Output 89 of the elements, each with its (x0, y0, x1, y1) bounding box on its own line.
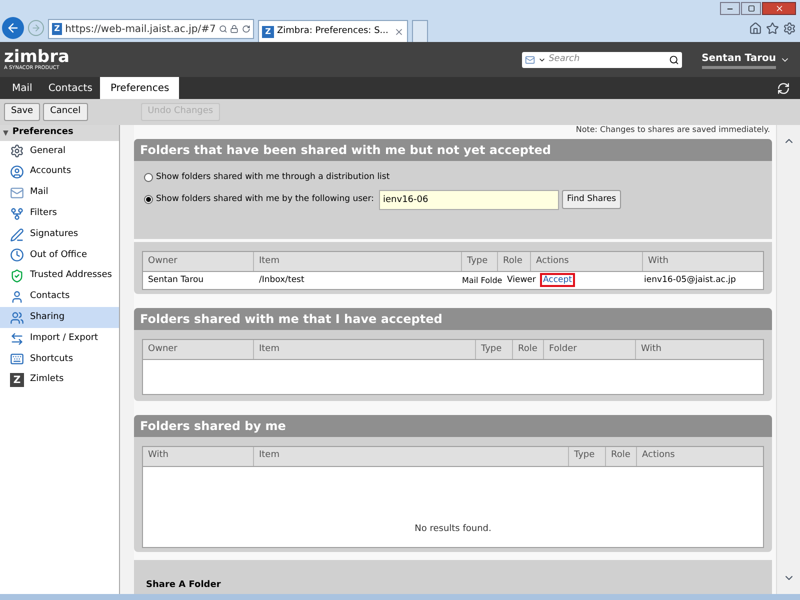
favorites-icon[interactable] (766, 22, 779, 35)
lock-icon (230, 24, 239, 34)
app-tab[interactable]: Preferences (100, 77, 180, 99)
column-header[interactable]: Actions (637, 446, 763, 466)
search-box[interactable]: Search (522, 52, 682, 68)
site-icon: Z (262, 26, 274, 38)
people-icon (10, 310, 24, 325)
column-header[interactable]: Type (462, 252, 498, 271)
column-header[interactable]: Type (569, 446, 606, 466)
sidebar-title: Preferences (12, 126, 74, 140)
table-cell-text: Mail Folde (462, 274, 504, 286)
column-header[interactable]: Type (476, 340, 513, 359)
sidebar-item[interactable]: Trusted Addresses (0, 266, 119, 287)
fork-icon (10, 206, 24, 221)
empty-message: No results found. (414, 523, 492, 536)
section-header: Folders shared with me that I have accepted (134, 308, 772, 330)
sidebar-item[interactable]: Shortcuts (0, 348, 119, 370)
pen-icon (10, 228, 24, 242)
column-header[interactable]: Folder (544, 340, 636, 359)
accept-link[interactable]: Accept (540, 273, 575, 288)
url-text: https://web-mail.jaist.ac.jp/#7 (65, 22, 216, 36)
shield-icon (10, 269, 24, 284)
person-icon (10, 290, 24, 304)
tab-title: Zimbra: Preferences: S... (277, 24, 390, 38)
table-cell-text: ienv16-05@jaist.ac.jp (643, 274, 737, 287)
keyboard-icon (10, 352, 24, 366)
column-header[interactable]: With (643, 252, 763, 271)
table-cell-text: Viewer (506, 274, 537, 287)
app-tab[interactable]: Contacts (40, 77, 100, 99)
panel-title: Share A Folder (146, 580, 221, 590)
site-icon: Z (52, 23, 62, 35)
column-header[interactable]: With (143, 446, 254, 466)
radio-label[interactable]: Show folders shared with me through a distribution list (156, 171, 390, 184)
column-header[interactable]: Owner (143, 252, 254, 271)
sidebar-item[interactable]: Filters (0, 203, 119, 224)
sidebar-item[interactable]: Import / Export (0, 328, 119, 349)
refresh-icon[interactable] (242, 24, 250, 34)
search-icon[interactable] (218, 24, 228, 34)
note-text: Note: Changes to shares are saved immediately. (576, 125, 770, 135)
column-header[interactable]: Role (498, 252, 531, 271)
close-icon[interactable] (394, 26, 404, 36)
logo[interactable]: zimbra (4, 48, 70, 66)
letter-icon: Z (10, 373, 24, 388)
refresh-icon[interactable] (777, 82, 790, 95)
sidebar-item[interactable]: Out of Office (0, 244, 119, 266)
address-bar[interactable]: Z https://web-mail.jaist.ac.jp/#7 (48, 19, 254, 39)
user-field[interactable]: ienv16-06 (379, 190, 559, 210)
column-header[interactable]: Role (513, 340, 544, 359)
table-cell-text: Sentan Tarou (147, 274, 205, 287)
envelope-icon (10, 186, 24, 200)
user-menu[interactable]: Sentan Tarou (702, 50, 776, 68)
section-header: Folders that have been shared with me but not yet accepted (134, 139, 772, 161)
back-button[interactable] (2, 17, 24, 39)
maximize-button[interactable] (741, 2, 761, 15)
section-header: Folders shared by me (134, 414, 772, 437)
settings-icon[interactable] (783, 22, 796, 35)
clock-icon (10, 248, 24, 262)
search-icon[interactable] (668, 54, 679, 64)
column-header[interactable]: Item (254, 446, 569, 466)
swap-icon (10, 332, 24, 346)
gear-icon (10, 144, 24, 158)
sidebar-item[interactable]: Accounts (0, 162, 119, 183)
home-icon[interactable] (749, 22, 762, 35)
find-shares-button[interactable]: Find Shares (562, 190, 622, 210)
sidebar-item[interactable]: Sharing (0, 307, 119, 328)
radio-button[interactable] (144, 195, 153, 204)
browser-tab[interactable]: Z Zimbra: Preferences: S... (258, 20, 408, 42)
radio-label[interactable]: Show folders shared with me by the following user: (156, 193, 374, 206)
sidebar-item[interactable]: Contacts (0, 286, 119, 308)
column-header[interactable]: With (636, 340, 763, 359)
radio-button[interactable] (144, 172, 153, 182)
sidebar-item[interactable]: General (0, 141, 119, 162)
close-icon[interactable] (774, 4, 784, 13)
sidebar-item[interactable]: Z Zimlets (0, 370, 119, 391)
app-tab[interactable]: Mail (4, 77, 40, 99)
maximize-icon[interactable] (748, 5, 754, 12)
toolbar-button[interactable]: Cancel (43, 103, 88, 121)
sidebar-item[interactable]: Signatures (0, 224, 119, 245)
column-header[interactable]: Role (606, 446, 637, 466)
column-header[interactable]: Item (254, 340, 476, 359)
column-header[interactable]: Item (254, 252, 462, 271)
toolbar-button[interactable]: Save (4, 103, 40, 121)
user-icon (10, 165, 24, 180)
close-button[interactable] (762, 2, 796, 15)
column-header[interactable]: Owner (143, 340, 254, 359)
table-cell-text: /Inbox/test (258, 274, 306, 287)
sidebar-item[interactable]: Mail (0, 182, 119, 204)
search-field[interactable]: Search (548, 52, 666, 66)
column-header[interactable]: Actions (531, 252, 643, 271)
